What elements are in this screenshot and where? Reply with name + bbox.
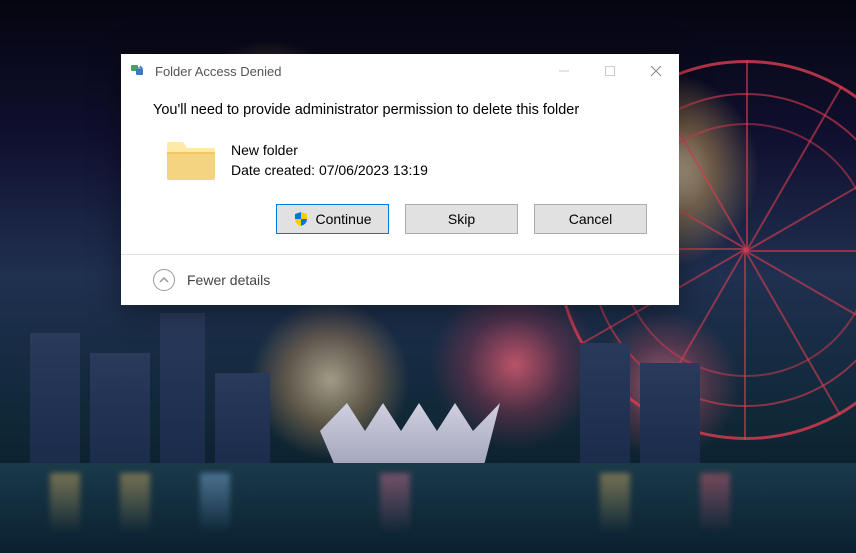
permission-message: You'll need to provide administrator per… [153,102,647,118]
titlebar[interactable]: Folder Access Denied [121,54,679,88]
continue-button[interactable]: Continue [276,204,389,234]
folder-info: New folder Date created: 07/06/2023 13:1… [231,140,428,181]
cancel-button[interactable]: Cancel [534,204,647,234]
skip-label: Skip [448,211,475,227]
window-controls [541,54,679,88]
fewer-details-link[interactable]: Fewer details [187,272,270,288]
folder-name: New folder [231,140,428,160]
dialog-content: You'll need to provide administrator per… [121,88,679,254]
minimize-button[interactable] [541,54,587,88]
uac-shield-icon [293,211,309,227]
folder-icon [163,136,219,184]
dialog-footer: Fewer details [121,254,679,305]
button-row: Continue Skip Cancel [153,204,647,234]
continue-label: Continue [315,211,371,227]
maximize-button[interactable] [587,54,633,88]
close-button[interactable] [633,54,679,88]
folder-date-created: Date created: 07/06/2023 13:19 [231,160,428,180]
chevron-up-icon[interactable] [153,269,175,291]
cancel-label: Cancel [569,211,613,227]
skip-button[interactable]: Skip [405,204,518,234]
dialog-title: Folder Access Denied [155,64,541,79]
folder-access-denied-dialog: Folder Access Denied You'll need to prov… [121,54,679,305]
folder-item-row: New folder Date created: 07/06/2023 13:1… [153,136,647,184]
app-icon [131,63,147,79]
